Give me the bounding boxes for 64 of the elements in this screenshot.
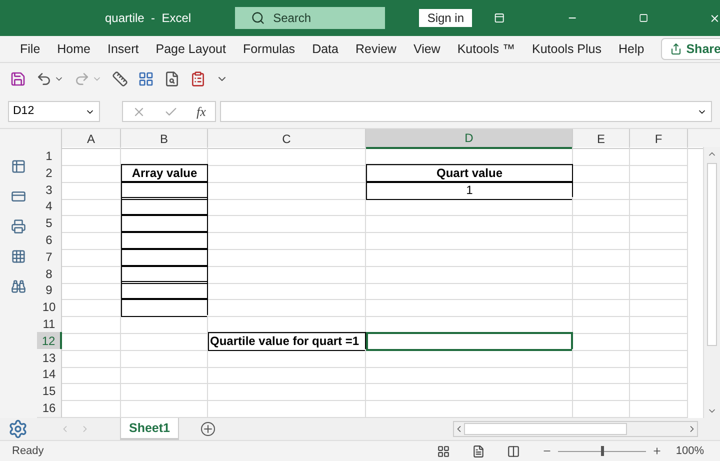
table-cell[interactable]: Array value [121, 164, 208, 183]
menu-tab[interactable]: Insert [108, 40, 139, 58]
menu-tab[interactable]: Home [57, 40, 90, 58]
list-icon[interactable] [190, 71, 206, 87]
preview-icon[interactable] [164, 71, 180, 87]
table-cell[interactable] [121, 281, 208, 300]
horizontal-scrollbar[interactable] [453, 421, 698, 437]
undo-icon[interactable] [36, 71, 52, 87]
column-header[interactable]: A [62, 129, 121, 149]
binoculars-icon[interactable] [11, 279, 26, 294]
maximize-icon[interactable] [639, 12, 649, 24]
table-cell[interactable]: Quartile value for quart =1 [208, 332, 366, 351]
zoom-slider[interactable] [558, 446, 646, 456]
zoom-in-icon[interactable] [652, 446, 662, 456]
table-cell[interactable] [121, 248, 208, 267]
table-cell[interactable] [121, 298, 208, 318]
grid-icon[interactable] [11, 249, 26, 264]
search-field[interactable]: Search [235, 7, 386, 29]
menu-tab[interactable]: Data [312, 40, 338, 58]
ruler-icon[interactable] [112, 71, 128, 87]
add-sheet-icon[interactable] [201, 422, 215, 436]
table-cell[interactable] [121, 180, 208, 200]
row-header[interactable]: 16 [37, 398, 62, 418]
page-break-icon[interactable] [506, 444, 520, 458]
menu-tab[interactable]: Kutools ™ [457, 40, 516, 58]
menu-tab[interactable]: Formulas [242, 40, 296, 58]
slider-thumb[interactable] [600, 446, 604, 456]
menu-tab[interactable]: Page Layout [156, 40, 226, 58]
table-cell[interactable]: Quart value [366, 164, 573, 183]
insert-function-button[interactable]: fx [196, 102, 206, 122]
search-icon [251, 11, 266, 25]
status-text: Ready [12, 444, 44, 459]
column-header[interactable]: D [366, 129, 573, 149]
column-header[interactable]: B [121, 129, 208, 149]
table-cell[interactable] [121, 230, 208, 250]
menu-tab[interactable]: View [413, 40, 440, 58]
page-layout-icon[interactable] [472, 444, 485, 458]
sign-in-button[interactable]: Sign in [419, 9, 472, 27]
menu-tab[interactable]: Review [355, 40, 396, 58]
save-icon[interactable] [10, 71, 26, 87]
column-header[interactable]: F [630, 129, 688, 149]
settings-icon[interactable] [8, 419, 28, 439]
menu-tab[interactable]: File [20, 40, 40, 58]
normal-view-icon[interactable] [436, 444, 450, 458]
menu-tab[interactable]: Help [618, 40, 644, 58]
formula-input[interactable] [220, 101, 712, 122]
window-title: quartile - Excel [105, 10, 192, 27]
column-header[interactable]: C [208, 129, 366, 149]
card-icon[interactable] [11, 189, 26, 204]
name-box[interactable]: D12 [8, 101, 100, 122]
table-cell[interactable] [121, 214, 208, 234]
ribbon-display-icon[interactable] [494, 11, 505, 25]
selected-cell[interactable] [366, 332, 573, 351]
table-cell[interactable] [121, 264, 208, 284]
table-icon[interactable] [11, 159, 26, 174]
zoom-level[interactable]: 100% [676, 442, 704, 460]
menu-tab[interactable]: Kutools Plus [532, 40, 602, 58]
printer-icon[interactable] [11, 219, 26, 234]
column-header[interactable]: E [573, 129, 630, 149]
table-cell[interactable]: 1 [366, 180, 573, 200]
sheet-tab[interactable]: Sheet1 [120, 418, 179, 440]
share-icon [670, 43, 682, 55]
redo-icon[interactable] [74, 71, 90, 87]
table-cell[interactable] [121, 197, 208, 216]
